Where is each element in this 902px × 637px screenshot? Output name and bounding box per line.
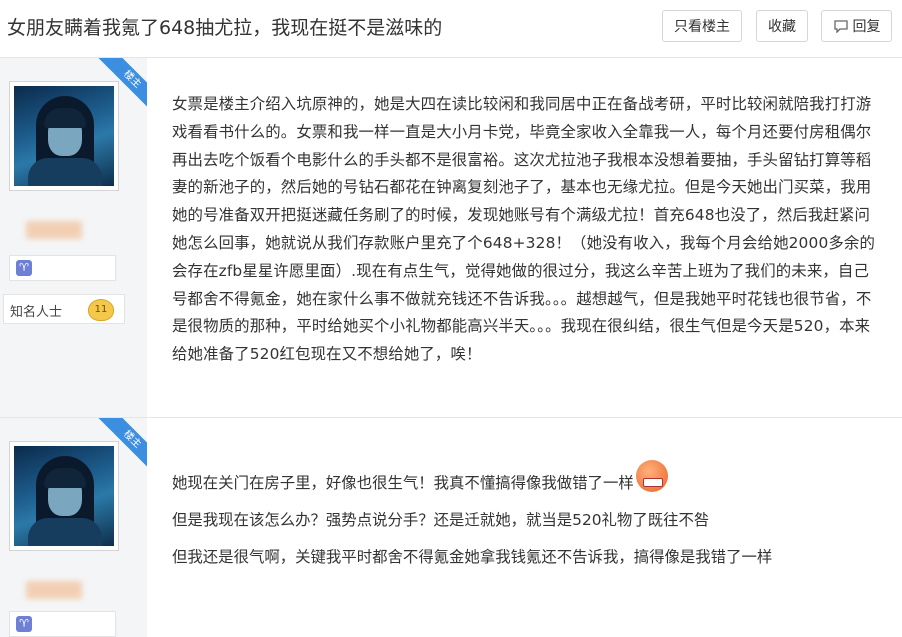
favorite-label: 收藏 bbox=[768, 19, 796, 35]
author-sidebar: 楼主 ♈ 知名人士 11 bbox=[0, 58, 147, 417]
rank-title: 知名人士 bbox=[10, 305, 63, 320]
member-level[interactable]: 知名人士 11 bbox=[3, 294, 125, 324]
constellation-badge-icon: ♈ bbox=[16, 616, 32, 632]
post-line: 她现在关门在房子里，好像也很生气！我真不懂搞得像我做错了一样 bbox=[172, 460, 772, 493]
thread-header: 女朋友瞒着我氪了648抽尤拉，我现在挺不是滋味的 只看楼主 收藏 回复 bbox=[0, 0, 902, 58]
post-line-text: 她现在关门在房子里，好像也很生气！我真不懂搞得像我做错了一样 bbox=[172, 474, 634, 492]
reply-label: 回复 bbox=[852, 19, 881, 35]
post-content: 女票是楼主介绍入坑原神的，她是大四在读比较闲和我同居中正在备战考研，平时比较闲就… bbox=[172, 91, 882, 369]
username-blurred[interactable] bbox=[26, 221, 82, 239]
thread-title: 女朋友瞒着我氪了648抽尤拉，我现在挺不是滋味的 bbox=[7, 17, 443, 39]
angry-emoji-icon bbox=[635, 460, 668, 492]
constellation-badge-icon: ♈ bbox=[16, 260, 32, 276]
post-line: 但我还是很气啊，关键我平时都舍不得氪金她拿我钱氪还不告诉我，搞得像是我错了一样 bbox=[172, 548, 773, 566]
author-sidebar: 楼主 ♈ bbox=[0, 418, 147, 637]
post-content: 她现在关门在房子里，好像也很生气！我真不懂搞得像我做错了一样 但是我现在该怎么办… bbox=[172, 443, 772, 567]
post-body: 女票是楼主介绍入坑原神的，她是大四在读比较闲和我同居中正在备战考研，平时比较闲就… bbox=[172, 95, 876, 364]
constellation-badge[interactable]: ♈ bbox=[9, 255, 116, 281]
post-2: 楼主 ♈ 她现在关门在房子里，好像也很生气！我真不懂搞得像我做错了一样 但是我现… bbox=[0, 418, 902, 637]
reply-icon bbox=[833, 20, 848, 33]
only-op-label: 只看楼主 bbox=[674, 19, 730, 35]
post-1: 楼主 ♈ 知名人士 11 女票是楼主介绍入坑原神的，她是大四在读比较闲和我同居中… bbox=[0, 58, 902, 417]
post-line: 但是我现在该怎么办？强势点说分手？还是迁就她，就当是520礼物了既往不咎 bbox=[172, 511, 710, 529]
username-blurred[interactable] bbox=[26, 581, 82, 599]
avatar[interactable] bbox=[9, 441, 119, 551]
only-op-button[interactable]: 只看楼主 bbox=[662, 10, 742, 42]
favorite-button[interactable]: 收藏 bbox=[756, 10, 808, 42]
avatar[interactable] bbox=[9, 81, 119, 191]
constellation-badge[interactable]: ♈ bbox=[9, 611, 116, 637]
level-badge-icon: 11 bbox=[88, 299, 114, 321]
reply-button[interactable]: 回复 bbox=[821, 10, 892, 42]
